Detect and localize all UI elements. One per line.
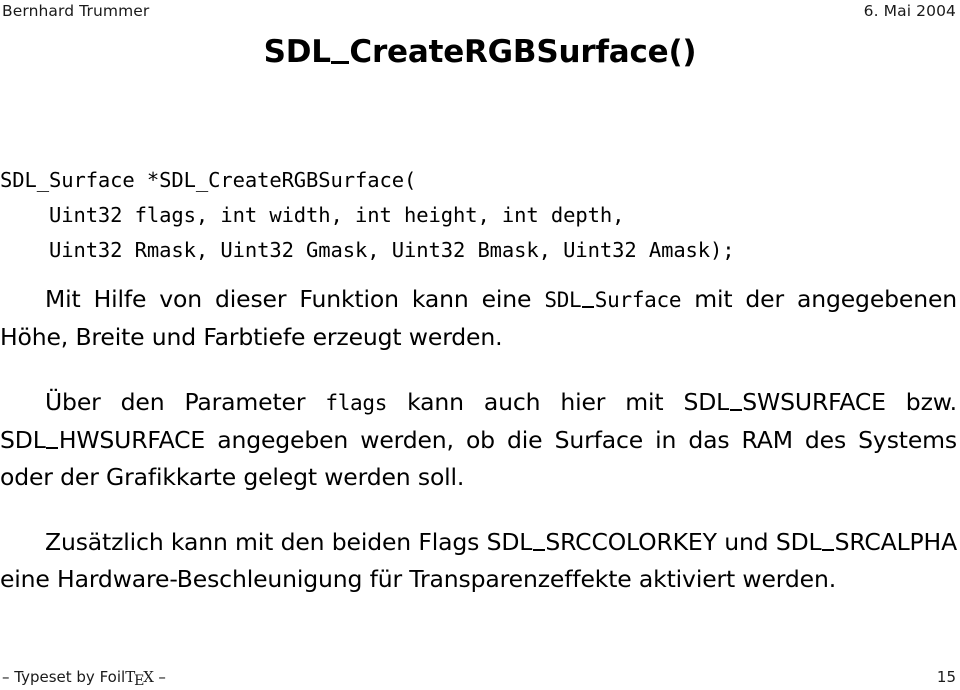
footer-typeset-credit: – Typeset by FoilTEX – [2,668,166,690]
header-author: Bernhard Trummer [2,2,150,20]
header-date: 6. Mai 2004 [863,2,956,20]
paragraph-2-text-1: Über den Parameter [45,388,326,416]
constant-prefix: SDL [486,528,533,556]
constant-sdl-srccolorkey: SDL SRCCOLORKEY [487,528,717,556]
inline-code-prefix: SDL [544,288,582,312]
page-number: 15 [936,668,956,686]
constant-suffix: HWSURFACE [58,426,206,454]
page-title: SDL CreateRGBSurface() [0,34,960,70]
slide-footer: – Typeset by FoilTEX – 15 [2,668,956,690]
page-title-prefix: SDL [263,34,331,70]
underscore-glyph [821,549,835,551]
tex-logo: TEX [125,668,154,690]
constant-suffix: SWSURFACE [742,388,886,416]
code-line-2: Uint32 flags, int width, int height, int… [0,203,625,227]
constant-prefix: SDL [0,426,46,454]
code-line-3: Uint32 Rmask, Uint32 Gmask, Uint32 Bmask… [0,238,735,262]
constant-sdl-hwsurface: SDL HWSURFACE [0,426,205,454]
underscore-glyph [581,306,595,308]
paragraph-2-text-3: bzw. [885,388,957,416]
code-line-1: SDL_Surface *SDL_CreateRGBSurface( [0,168,417,192]
underscore-glyph [532,549,545,551]
constant-suffix: SRCALPHA [834,528,958,556]
inline-code-sdl-surface: SDL Surface [544,288,681,312]
slide-body: Mit Hilfe von dieser Funktion kann eine … [0,281,957,598]
footer-credit-dash: – [153,668,166,686]
paragraph-2-text-2: kann auch hier mit [387,388,684,416]
tex-logo-x: X [143,668,154,686]
constant-sdl-swsurface: SDL SWSURFACE [683,388,885,416]
inline-code-flags: flags [325,391,388,415]
constant-prefix: SDL [683,388,730,416]
footer-credit-text: – Typeset by Foil [2,668,126,686]
underscore-glyph [729,409,742,411]
slide-page: Bernhard Trummer 6. Mai 2004 SDL CreateRG… [0,0,960,690]
paragraph-2: Über den Parameter flags kann auch hier … [0,384,957,496]
paragraph-1: Mit Hilfe von dieser Funktion kann eine … [0,281,957,356]
code-block: SDL_Surface *SDL_CreateRGBSurface( Uint3… [0,163,960,268]
paragraph-1-text-1: Mit Hilfe von dieser Funktion kann eine [45,285,545,313]
paragraph-3: Zusätzlich kann mit den beiden Flags SDL… [0,524,957,598]
slide-header: Bernhard Trummer 6. Mai 2004 [2,2,956,20]
paragraph-3-text-1: Zusätzlich kann mit den beiden Flags [45,528,487,556]
paragraph-3-text-3: eine Hardware-Beschleunigung für Transpa… [0,565,837,593]
page-title-suffix: CreateRGBSurface() [349,34,697,70]
constant-sdl-srcalpha: SDL SRCALPHA [776,528,957,556]
underscore-glyph [331,61,349,64]
constant-suffix: SRCCOLORKEY [545,528,717,556]
constant-prefix: SDL [775,528,822,556]
paragraph-3-text-2: und [716,528,776,556]
underscore-glyph [46,447,59,449]
tex-logo-e: E [134,673,145,690]
inline-code-suffix: Surface [594,288,682,312]
